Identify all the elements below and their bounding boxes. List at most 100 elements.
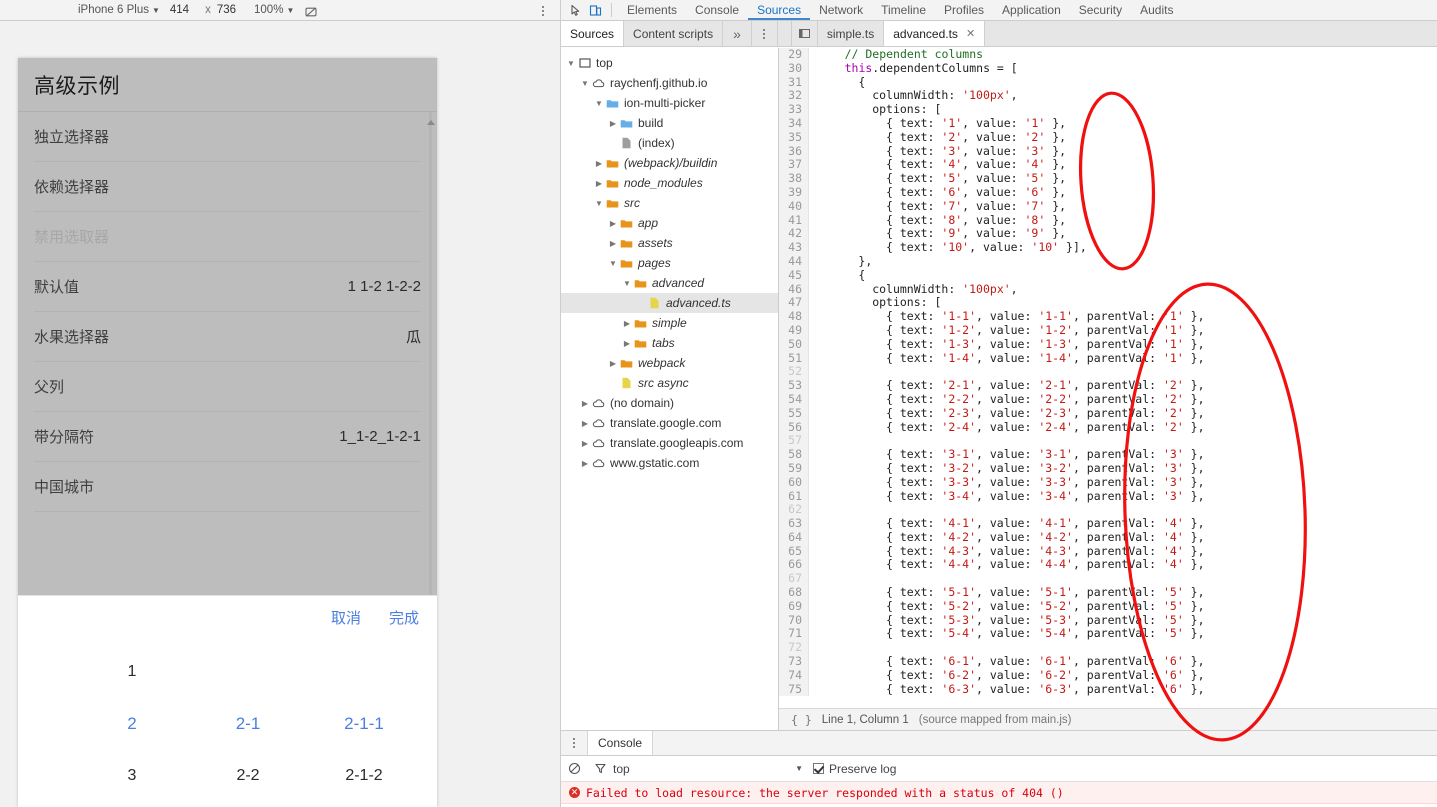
tab-sources[interactable]: Sources <box>748 0 811 20</box>
code-text[interactable]: { text: '4-3', value: '4-3', parentVal: … <box>809 544 1205 559</box>
line-number[interactable]: 49 <box>779 323 809 338</box>
code-text[interactable]: { text: '7', value: '7' }, <box>809 199 1066 214</box>
tree-item[interactable]: ▶ translate.google.com <box>561 413 778 433</box>
line-number[interactable]: 65 <box>779 544 809 559</box>
picker-option[interactable]: 2-1-2 <box>306 750 422 802</box>
line-number[interactable]: 36 <box>779 144 809 159</box>
code-text[interactable]: { text: '5-1', value: '5-1', parentVal: … <box>809 585 1205 600</box>
code-text[interactable]: { text: '3-4', value: '3-4', parentVal: … <box>809 489 1205 504</box>
picker-option-selected[interactable]: 2 <box>74 698 190 750</box>
code-view[interactable]: 29// Dependent columns 30 this.dependentCo… <box>779 48 1437 708</box>
picker-option[interactable] <box>306 646 422 698</box>
list-scrollbar[interactable] <box>426 112 435 595</box>
picker-column[interactable]: 2-1-12-1-22-1-3 <box>306 646 422 807</box>
tree-item[interactable]: ▶ app <box>561 213 778 233</box>
preserve-log-toggle[interactable]: Preserve log <box>813 762 896 776</box>
line-number[interactable]: 61 <box>779 489 809 504</box>
line-number[interactable]: 59 <box>779 461 809 476</box>
code-text[interactable]: { text: '6-1', value: '6-1', parentVal: … <box>809 654 1205 669</box>
inspect-cursor-icon[interactable] <box>565 2 585 19</box>
chevron-right-icon[interactable]: ▶ <box>579 459 591 468</box>
code-text[interactable]: { text: '2-3', value: '2-3', parentVal: … <box>809 406 1205 421</box>
code-text[interactable]: { text: '8', value: '8' }, <box>809 213 1066 228</box>
code-text[interactable]: { text: '5-4', value: '5-4', parentVal: … <box>809 627 1205 641</box>
list-item[interactable]: 带分隔符 1_1-2_1-2-1 <box>34 412 421 462</box>
picker-option-selected[interactable]: 2-1-1 <box>306 698 422 750</box>
code-text[interactable]: { text: '4-4', value: '4-4', parentVal: … <box>809 558 1205 572</box>
console-context-selector[interactable]: top ▼ <box>613 762 813 776</box>
viewport-width-input[interactable]: 414 <box>170 4 189 16</box>
tab-elements[interactable]: Elements <box>618 0 686 20</box>
device-toolbar-icon[interactable] <box>585 2 605 19</box>
line-number[interactable]: 35 <box>779 130 809 145</box>
code-text[interactable]: { text: '10', value: '10' }], <box>809 240 1087 255</box>
tree-item[interactable]: src async <box>561 373 778 393</box>
picker-option[interactable]: 3 <box>74 750 190 802</box>
picker-option[interactable] <box>190 646 306 698</box>
code-text[interactable]: { text: '1-4', value: '1-4', parentVal: … <box>809 351 1205 366</box>
tree-item[interactable]: ▼ ion-multi-picker <box>561 93 778 113</box>
picker-done-button[interactable]: 完成 <box>389 607 419 628</box>
code-text[interactable]: { text: '2-1', value: '2-1', parentVal: … <box>809 378 1205 393</box>
code-text[interactable]: }, <box>809 254 872 269</box>
clear-console-icon[interactable] <box>561 762 587 775</box>
code-text[interactable]: { text: '6-2', value: '6-2', parentVal: … <box>809 668 1205 683</box>
list-item[interactable]: 默认值 1 1-2 1-2-2 <box>34 262 421 312</box>
tree-item[interactable]: ▶ webpack <box>561 353 778 373</box>
console-error-message[interactable]: ✕ Failed to load resource: the server res… <box>561 782 1437 804</box>
chevron-down-icon[interactable]: ▼ <box>579 79 591 88</box>
code-text[interactable] <box>809 365 817 379</box>
filter-icon[interactable] <box>587 762 613 775</box>
tab-profiles[interactable]: Profiles <box>935 0 993 20</box>
line-number[interactable]: 56 <box>779 420 809 435</box>
code-text[interactable]: this.dependentColumns = [ <box>809 61 1018 76</box>
code-text[interactable]: { text: '5-3', value: '5-3', parentVal: … <box>809 613 1205 628</box>
line-number[interactable]: 66 <box>779 558 809 573</box>
line-number[interactable]: 71 <box>779 627 809 642</box>
close-icon[interactable]: ✕ <box>966 27 975 40</box>
tab-console[interactable]: Console <box>686 0 748 20</box>
chevron-right-icon[interactable]: ▶ <box>607 119 619 128</box>
list-item[interactable]: 独立选择器 <box>34 112 421 162</box>
tree-item[interactable]: ▶ www.gstatic.com <box>561 453 778 473</box>
code-text[interactable]: { text: '1-1', value: '1-1', parentVal: … <box>809 309 1205 324</box>
code-text[interactable]: { text: '9', value: '9' }, <box>809 226 1066 241</box>
line-number[interactable]: 74 <box>779 668 809 683</box>
line-number[interactable]: 63 <box>779 516 809 531</box>
nav-more-tabs-icon[interactable]: » <box>723 21 752 46</box>
line-number[interactable]: 48 <box>779 309 809 324</box>
code-text[interactable]: { text: '4-1', value: '4-1', parentVal: … <box>809 516 1205 531</box>
line-number[interactable]: 64 <box>779 530 809 545</box>
line-number[interactable]: 29 <box>779 48 809 62</box>
line-number[interactable]: 67 <box>779 571 809 587</box>
list-item[interactable]: 水果选择器 瓜 <box>34 312 421 362</box>
tree-item[interactable]: ▼ top <box>561 53 778 73</box>
collapse-sidebar-icon[interactable] <box>792 21 818 46</box>
code-text[interactable]: { text: '3-1', value: '3-1', parentVal: … <box>809 447 1205 462</box>
tree-item[interactable]: ▼ advanced <box>561 273 778 293</box>
tree-item[interactable]: ▶ (no domain) <box>561 393 778 413</box>
code-text[interactable]: options: [ <box>809 295 941 310</box>
line-number[interactable]: 55 <box>779 406 809 421</box>
code-text[interactable]: { <box>809 75 865 90</box>
tree-item[interactable]: ▼ raychenfj.github.io <box>561 73 778 93</box>
tree-item[interactable]: ▼ pages <box>561 253 778 273</box>
chevron-down-icon[interactable]: ▼ <box>621 279 633 288</box>
tree-item[interactable]: ▶ node_modules <box>561 173 778 193</box>
line-number[interactable]: 60 <box>779 475 809 490</box>
chevron-down-icon[interactable]: ▼ <box>593 99 605 108</box>
line-number[interactable]: 42 <box>779 227 809 242</box>
code-text[interactable] <box>809 503 817 517</box>
line-number[interactable]: 52 <box>779 365 809 380</box>
picker-option[interactable]: 1 <box>74 646 190 698</box>
tree-item[interactable]: ▶ build <box>561 113 778 133</box>
line-number[interactable]: 43 <box>779 240 809 255</box>
chevron-right-icon[interactable]: ▶ <box>579 419 591 428</box>
list-item[interactable]: 禁用选取器 <box>34 212 421 262</box>
code-text[interactable]: { text: '5-2', value: '5-2', parentVal: … <box>809 599 1205 614</box>
code-text[interactable]: { text: '2', value: '2' }, <box>809 130 1066 145</box>
line-number[interactable]: 37 <box>779 158 809 173</box>
drawer-menu-icon[interactable] <box>561 731 587 755</box>
code-text[interactable]: { text: '2-4', value: '2-4', parentVal: … <box>809 420 1205 435</box>
chevron-down-icon[interactable]: ▼ <box>607 259 619 268</box>
